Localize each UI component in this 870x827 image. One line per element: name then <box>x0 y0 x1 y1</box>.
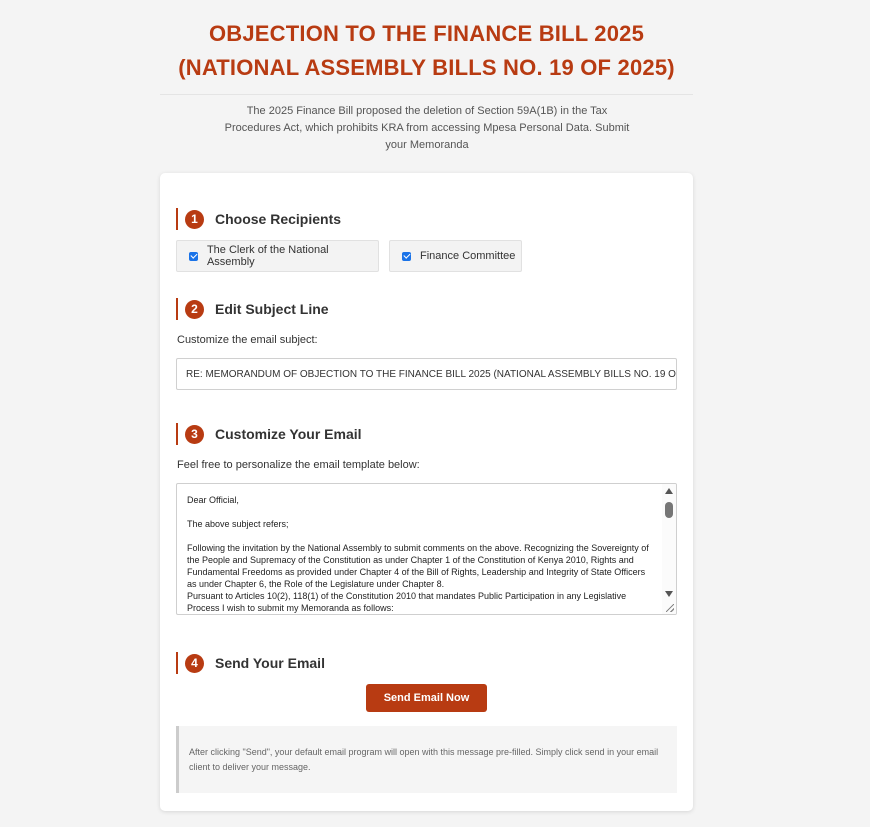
textarea-scrollbar[interactable] <box>662 484 676 614</box>
page: OBJECTION TO THE FINANCE BILL 2025 (NATI… <box>0 0 870 827</box>
page-title: OBJECTION TO THE FINANCE BILL 2025 (NATI… <box>178 21 675 80</box>
checkbox-clerk[interactable] <box>189 251 198 261</box>
step-3-number: 3 <box>185 424 204 444</box>
email-body: Following the invitation by the National… <box>187 543 649 613</box>
email-greeting: Dear Official, <box>187 495 239 505</box>
recipient-clerk[interactable]: The Clerk of the National Assembly <box>176 240 379 272</box>
step-1-title: Choose Recipients <box>215 211 342 227</box>
step-4-title: Send Your Email <box>215 655 325 671</box>
recipient-finance-committee[interactable]: Finance Committee <box>389 240 522 272</box>
email-body-textarea[interactable]: Dear Official, The above subject refers;… <box>176 483 677 615</box>
step-2-number: 2 <box>185 299 204 319</box>
checkbox-finance-committee[interactable] <box>402 251 411 261</box>
step-1-number: 1 <box>185 209 204 229</box>
send-info-note: After clicking "Send", your default emai… <box>176 726 677 793</box>
email-body-text: Dear Official, The above subject refers;… <box>187 494 652 614</box>
step-2-header: 2 Edit Subject Line <box>176 298 329 320</box>
resize-handle-icon[interactable] <box>666 604 674 612</box>
scroll-down-arrow-icon[interactable] <box>665 591 673 597</box>
recipient-finance-committee-label: Finance Committee <box>420 250 516 262</box>
subject-label: Customize the email subject: <box>177 334 318 346</box>
step-4-number: 4 <box>185 653 204 673</box>
step-2-title: Edit Subject Line <box>215 301 329 317</box>
step-3-title: Customize Your Email <box>215 426 362 442</box>
email-line-1: The above subject refers; <box>187 519 289 529</box>
scroll-up-arrow-icon[interactable] <box>665 488 673 494</box>
step-3-header: 3 Customize Your Email <box>176 423 362 445</box>
step-1-header: 1 Choose Recipients <box>176 208 341 230</box>
email-body-label: Feel free to personalize the email templ… <box>177 459 420 471</box>
form-card: 1 Choose Recipients The Clerk of the Nat… <box>160 173 693 811</box>
title-divider <box>160 94 693 95</box>
subject-input[interactable]: RE: MEMORANDUM OF OBJECTION TO THE FINAN… <box>176 358 677 390</box>
step-4-header: 4 Send Your Email <box>176 652 325 674</box>
scrollbar-thumb[interactable] <box>665 502 673 518</box>
send-email-button[interactable]: Send Email Now <box>366 684 487 712</box>
recipient-clerk-label: The Clerk of the National Assembly <box>206 244 329 268</box>
intro-text: The 2025 Finance Bill proposed the delet… <box>224 105 630 151</box>
